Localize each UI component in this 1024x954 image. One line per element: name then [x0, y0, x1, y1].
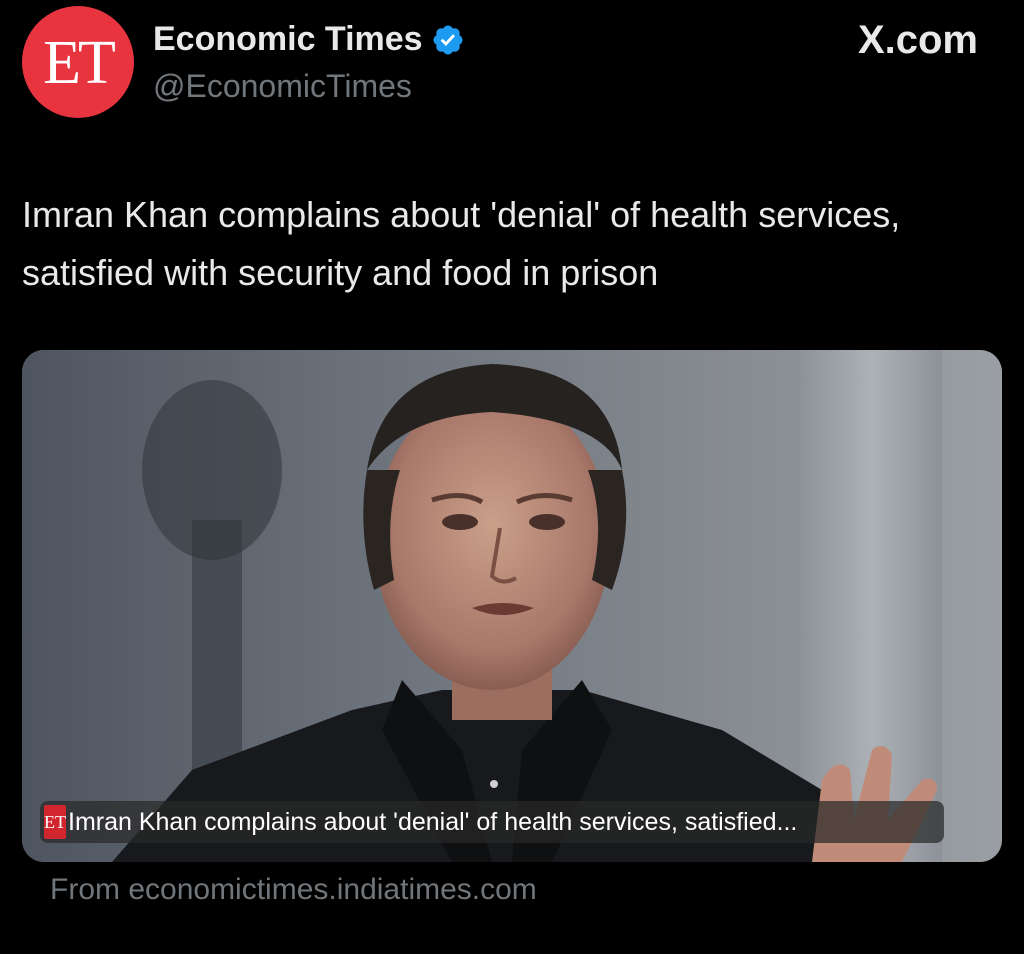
avatar-logo-text: ET: [43, 29, 116, 97]
author-name-row[interactable]: Economic Times: [153, 20, 465, 59]
author-handle[interactable]: @EconomicTimes: [153, 68, 412, 105]
link-card[interactable]: ET Imran Khan complains about 'denial' o…: [22, 350, 1002, 862]
author-display-name[interactable]: Economic Times: [153, 20, 423, 59]
et-logo-icon: ET: [44, 805, 66, 839]
verified-badge-icon: [433, 24, 463, 55]
card-source-link[interactable]: From economictimes.indiatimes.com: [50, 873, 537, 907]
x-com-watermark: X.com: [857, 18, 978, 62]
tweet-text: Imran Khan complains about 'denial' of h…: [22, 194, 901, 293]
tweet[interactable]: ET Economic Times @EconomicTimes X.com I…: [0, 0, 1024, 954]
article-photo: [22, 350, 1002, 862]
card-caption-bar[interactable]: ET Imran Khan complains about 'denial' o…: [40, 801, 944, 843]
avatar[interactable]: ET: [22, 6, 134, 118]
card-caption-text: Imran Khan complains about 'denial' of h…: [68, 807, 798, 836]
